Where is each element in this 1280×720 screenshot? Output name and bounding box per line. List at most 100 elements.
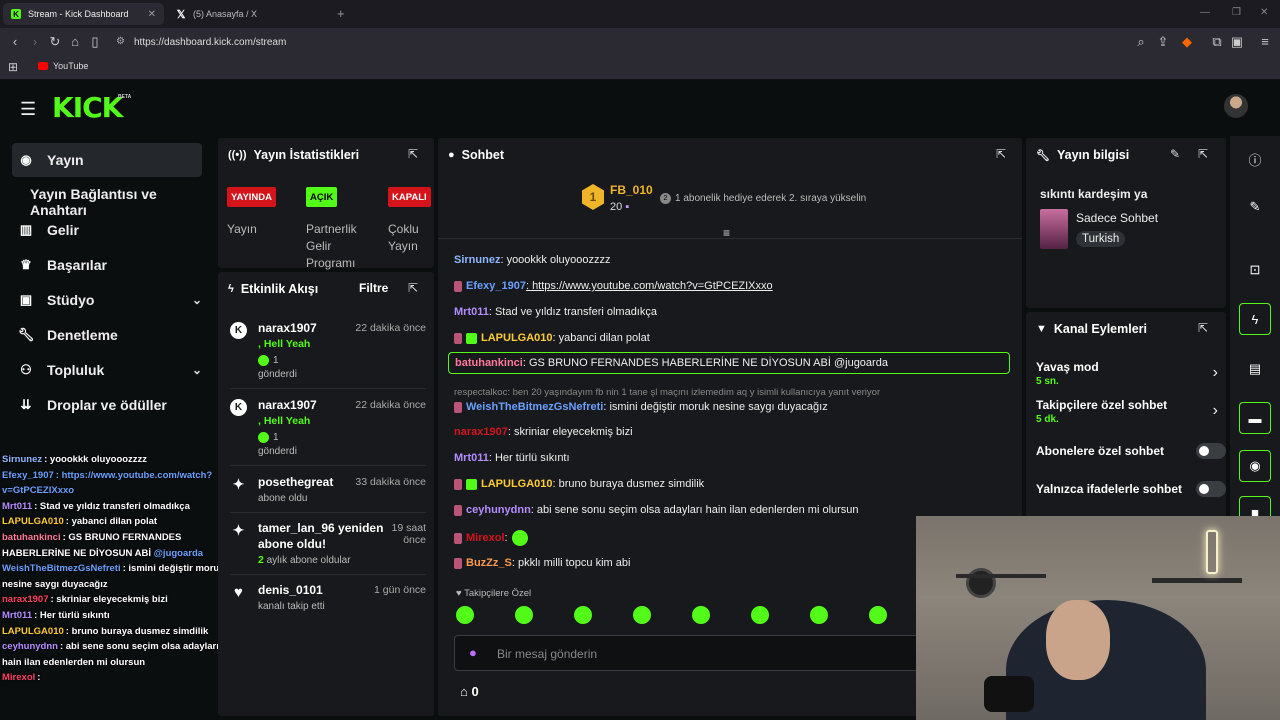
home-icon[interactable]: ⌂ <box>68 34 82 49</box>
chat-username[interactable]: Mrt011 <box>454 306 489 318</box>
emote-only-toggle[interactable] <box>1196 481 1226 497</box>
share-icon[interactable]: ⇪ <box>1156 34 1170 50</box>
chat-username[interactable]: Mrt011 <box>454 452 489 464</box>
emote-icon[interactable] <box>869 606 887 624</box>
chat-message: ceyhunydnn: abi sene sonu seçim olsa ada… <box>454 504 859 516</box>
category-name[interactable]: Sadece Sohbet <box>1076 211 1158 225</box>
notes-icon[interactable]: ▤ <box>1239 353 1271 385</box>
followers-only-setting[interactable]: Takipçilere özel sohbet 5 dk. › <box>1036 398 1218 425</box>
microphone <box>984 676 1034 712</box>
reload-icon[interactable]: ↻ <box>48 34 62 50</box>
emote-icon[interactable] <box>810 606 828 624</box>
event-user[interactable]: posethegreat <box>258 474 358 490</box>
wallet-icon[interactable]: ▣ <box>1230 34 1244 50</box>
bookmark-youtube[interactable]: YouTube <box>38 61 88 71</box>
chat-username[interactable]: BuzZz_S <box>466 557 512 569</box>
chat-text: : yabanci dilan polat <box>552 332 650 344</box>
chat-icon[interactable]: ▬ <box>1239 402 1271 434</box>
info-icon[interactable]: ⓘ <box>1239 143 1271 175</box>
sidebar-item-studyo[interactable]: ▣ Stüdyo ⌄ <box>12 283 202 317</box>
emote-icon[interactable] <box>515 606 533 624</box>
emote-icon[interactable] <box>751 606 769 624</box>
extensions-icon[interactable]: ⧉ <box>1210 34 1224 50</box>
event-user[interactable]: denis_0101 <box>258 582 358 598</box>
popout-icon[interactable]: ⇱ <box>1198 147 1208 161</box>
brave-shield-icon[interactable]: ◆ <box>1180 34 1194 50</box>
popout-icon[interactable]: ⇱ <box>408 281 418 295</box>
sidebar-item-topluluk[interactable]: ⚇ Topluluk ⌄ <box>12 353 202 387</box>
bookmark-label: YouTube <box>53 61 89 71</box>
event-user[interactable]: tamer_lan_96 yeniden abone oldu! <box>258 520 388 552</box>
activity-event: K narax1907 22 dakika önce , Hell Yeah 1… <box>230 397 426 467</box>
browser-tab-x[interactable]: 𝕏 (5) Anasayfa / X <box>168 3 338 25</box>
subscribers-only-toggle[interactable] <box>1196 443 1226 459</box>
popout-icon[interactable]: ⇱ <box>1198 321 1208 335</box>
event-user[interactable]: narax1907 <box>258 320 358 336</box>
chevron-right-icon[interactable]: › <box>1213 364 1218 382</box>
popout-icon[interactable]: ⇱ <box>996 147 1006 161</box>
chat-username[interactable]: LAPULGA010 <box>481 478 553 490</box>
broadcast-icon[interactable]: ◉ <box>1239 450 1271 482</box>
edit-icon[interactable]: ✎ <box>1170 147 1180 161</box>
user-avatar[interactable] <box>1224 94 1248 118</box>
chat-message: BuzZz_S: pkklı milli topcu kim abi <box>454 557 630 569</box>
event-time: 22 dakika önce <box>355 399 426 411</box>
popout-icon[interactable]: ⇱ <box>408 147 418 161</box>
chat-username[interactable]: Mirexol <box>466 532 505 544</box>
close-tab-icon[interactable]: ✕ <box>148 9 156 20</box>
apps-grid-icon[interactable]: ⊞ <box>8 60 18 74</box>
event-time: 19 saat önce <box>391 522 426 546</box>
menu-icon[interactable]: ≡ <box>1258 34 1272 49</box>
chevron-down-icon[interactable]: ⌄ <box>192 363 202 377</box>
sidebar-item-gelir[interactable]: ▥ Gelir <box>12 213 202 247</box>
sidebar-item-droplar[interactable]: ⇊ Droplar ve ödüller <box>12 388 202 422</box>
forward-icon[interactable]: › <box>28 34 42 49</box>
kick-logo[interactable]: KICK <box>52 91 123 124</box>
browser-tab-kick[interactable]: K Stream - Kick Dashboard ✕ <box>3 3 164 25</box>
sidebar-item-label: Yayın <box>47 152 84 168</box>
chat-username[interactable]: Efexy_1907 <box>466 280 526 292</box>
zoom-icon[interactable]: ⌕ <box>1134 34 1148 50</box>
chevron-down-icon[interactable]: ⌄ <box>192 293 202 307</box>
chat-text[interactable]: : https://www.youtube.com/watch?v=GtPCEZ… <box>526 280 773 292</box>
sidebar-item-basarilar[interactable]: ♛ Başarılar <box>12 248 202 282</box>
emote-icon[interactable] <box>456 606 474 624</box>
sidebar-item-yayin[interactable]: ◉ Yayın <box>12 143 202 177</box>
bookmark-icon[interactable]: ▯ <box>88 34 102 50</box>
chat-text: : Stad ve yıldız transferi olmadıkça <box>488 306 657 318</box>
chat-username[interactable]: ceyhunydnn <box>466 504 531 516</box>
channel-points[interactable]: ⌂ 0 <box>460 684 479 699</box>
emote-icon[interactable] <box>633 606 651 624</box>
chat-username[interactable]: LAPULGA010 <box>481 332 553 344</box>
maximize-icon[interactable]: ❐ <box>1232 7 1241 18</box>
back-icon[interactable]: ‹ <box>8 34 22 49</box>
chevron-right-icon[interactable]: › <box>1213 402 1218 420</box>
chat-username[interactable]: narax1907 <box>454 426 508 438</box>
minimize-icon[interactable]: — <box>1200 7 1210 18</box>
emote-icon[interactable] <box>692 606 710 624</box>
site-settings-icon[interactable]: ⚙ <box>116 36 125 47</box>
chat-username[interactable]: WeishTheBitmezGsNefreti <box>466 401 603 413</box>
edit-icon[interactable]: ✎ <box>1239 191 1271 223</box>
sidebar-item-denetleme[interactable]: 🔧︎ Denetleme <box>12 318 202 352</box>
close-window-icon[interactable]: ✕ <box>1260 7 1268 18</box>
slow-mode-setting[interactable]: Yavaş mod 5 sn. › <box>1036 360 1218 387</box>
category-thumbnail <box>1040 209 1068 249</box>
clip-icon[interactable]: ⊡ <box>1239 254 1271 286</box>
url-field[interactable]: ⚙ https://dashboard.kick.com/stream <box>112 33 1180 51</box>
quick-actions-icon[interactable]: ϟ <box>1239 303 1271 335</box>
mic-icon[interactable]: ● <box>469 645 477 660</box>
chat-username[interactable]: Sirnunez <box>454 254 500 266</box>
filter-button[interactable]: Filtre <box>359 281 388 295</box>
x-favicon-icon: 𝕏 <box>176 8 186 21</box>
sidebar-item-label: Droplar ve ödüller <box>47 397 167 413</box>
top-gifter-name[interactable]: FB_010 <box>610 183 653 197</box>
emote-icon[interactable] <box>574 606 592 624</box>
new-tab-icon[interactable]: + <box>337 6 345 21</box>
chat-username[interactable]: batuhankinci <box>455 357 523 369</box>
overlay-chat-line: Mrt011: Stad ve yıldız transferi olmadık… <box>2 499 232 515</box>
hamburger-menu-icon[interactable]: ☰ <box>20 99 36 120</box>
overlay-chat-text: : yabanci dilan polat <box>65 516 158 528</box>
emote-section-label: ♥ Takipçilere Özel <box>456 588 531 599</box>
event-user[interactable]: narax1907 <box>258 397 358 413</box>
